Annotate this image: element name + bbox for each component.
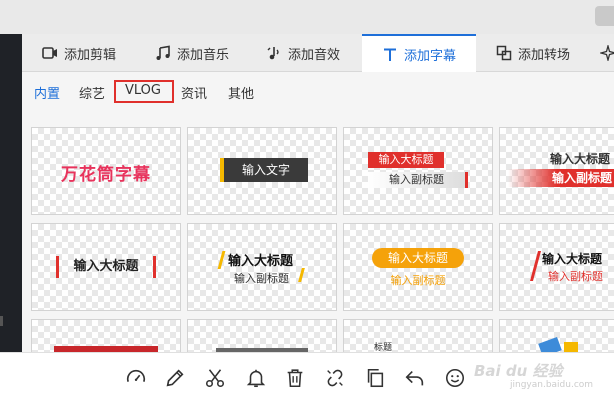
tab-more-effects[interactable] — [592, 34, 614, 72]
template-preview-shape — [564, 342, 578, 352]
speedometer-icon — [126, 369, 146, 382]
sparkle-icon — [600, 45, 614, 61]
tab-label: 添加字幕 — [404, 49, 457, 64]
template-card[interactable] — [187, 319, 337, 352]
sticker-tool[interactable] — [442, 365, 468, 391]
template-preview-title: 输入大标题 — [372, 248, 464, 268]
template-preview-text: 输入大标题 — [56, 256, 156, 278]
subtitle-category-bar: 内置 综艺 VLOG 资讯 其他 — [22, 72, 614, 112]
speed-tool[interactable] — [123, 365, 149, 391]
function-tab-bar: 添加剪辑 添加音乐 添加音效 添加字幕 添加转场 — [22, 34, 614, 73]
template-card[interactable] — [499, 319, 614, 352]
template-preview-text: 万花筒字幕 — [61, 165, 151, 185]
marker-tool[interactable] — [243, 365, 269, 391]
vlog-highlight-box — [114, 80, 174, 103]
tab-label: 添加转场 — [518, 47, 571, 63]
category-builtin[interactable]: 内置 — [34, 83, 60, 102]
category-news[interactable]: 资讯 — [181, 83, 207, 102]
sound-effect-icon — [267, 47, 279, 60]
transition-icon — [496, 45, 512, 61]
template-card[interactable]: 输入大标题 输入副标题 — [187, 223, 337, 311]
window-handle[interactable] — [595, 6, 614, 26]
timeline-marker — [0, 316, 3, 326]
template-preview-subtitle: 输入副标题 — [548, 270, 603, 283]
template-card[interactable]: 标题 — [343, 319, 493, 352]
trash-icon — [287, 369, 303, 388]
template-preview-title: 输入大标题 — [228, 254, 294, 269]
undo-tool[interactable] — [402, 365, 428, 391]
bell-icon — [246, 369, 266, 388]
cut-tool[interactable] — [202, 365, 228, 391]
template-preview-title: 输入大标题 — [542, 252, 603, 266]
tab-add-clip[interactable]: 添加剪辑 — [22, 34, 135, 72]
template-preview-subtitle: 输入副标题 — [234, 272, 289, 285]
template-preview-text: 标题 — [374, 343, 393, 352]
tab-add-sound-effect[interactable]: 添加音效 — [246, 34, 362, 72]
scissors-icon — [205, 369, 225, 388]
template-preview-subtitle: 输入副标题 — [368, 172, 468, 188]
detach-tool[interactable] — [322, 365, 348, 391]
accent-slash — [298, 268, 305, 282]
tab-add-transition[interactable]: 添加转场 — [476, 34, 592, 72]
smiley-icon — [445, 368, 465, 388]
tab-add-music[interactable]: 添加音乐 — [135, 34, 246, 72]
pencil-icon — [166, 369, 184, 387]
template-card[interactable]: 输入大标题 — [31, 223, 181, 311]
accent-slash — [529, 251, 542, 281]
tab-add-subtitle[interactable]: 添加字幕 — [362, 34, 476, 73]
tab-label: 添加音乐 — [177, 47, 230, 63]
undo-icon — [405, 370, 424, 386]
copy-icon — [367, 368, 384, 388]
copy-tool[interactable] — [362, 365, 388, 391]
subtitle-template-grid: 万花筒字幕 输入文字 输入大标题 输入副标题 输入大标题 输入副标题 输入大标题… — [22, 112, 614, 352]
template-card[interactable]: 输入大标题 输入副标题 — [499, 223, 614, 311]
template-preview-title: 输入大标题 — [549, 152, 610, 166]
template-card[interactable]: 输入大标题 输入副标题 — [343, 127, 493, 215]
tab-label: 添加音效 — [288, 47, 341, 63]
left-timeline-edge — [0, 34, 22, 352]
tab-label: 添加剪辑 — [64, 47, 117, 63]
video-clip-icon — [42, 47, 57, 59]
text-t-icon — [384, 48, 396, 61]
template-card[interactable] — [31, 319, 181, 352]
watermark-logo-text: Bai du 经验 — [474, 362, 563, 380]
app-window: 添加剪辑 添加音乐 添加音效 添加字幕 添加转场 内置 综艺 VLOG 资讯 其… — [0, 0, 614, 403]
delete-tool[interactable] — [282, 365, 308, 391]
watermark-url: jingyan.baidu.com — [510, 380, 594, 390]
accent-slash — [217, 251, 226, 269]
template-card[interactable]: 输入大标题 输入副标题 — [343, 223, 493, 311]
category-other[interactable]: 其他 — [228, 83, 254, 102]
template-preview-text: 输入文字 — [220, 158, 308, 182]
template-card[interactable]: 输入大标题 输入副标题 — [499, 127, 614, 215]
template-preview-shape — [538, 337, 562, 352]
template-card[interactable]: 万花筒字幕 — [31, 127, 181, 215]
edit-tool[interactable] — [162, 365, 188, 391]
template-preview-subtitle: 输入副标题 — [390, 274, 446, 287]
top-strip — [0, 0, 614, 34]
template-card[interactable]: 输入文字 — [187, 127, 337, 215]
music-note-icon — [156, 45, 170, 60]
category-variety[interactable]: 综艺 — [79, 83, 105, 102]
template-preview-subtitle: 输入副标题 — [508, 169, 614, 187]
broken-link-icon — [327, 369, 343, 387]
template-preview-title: 输入大标题 — [368, 152, 444, 168]
